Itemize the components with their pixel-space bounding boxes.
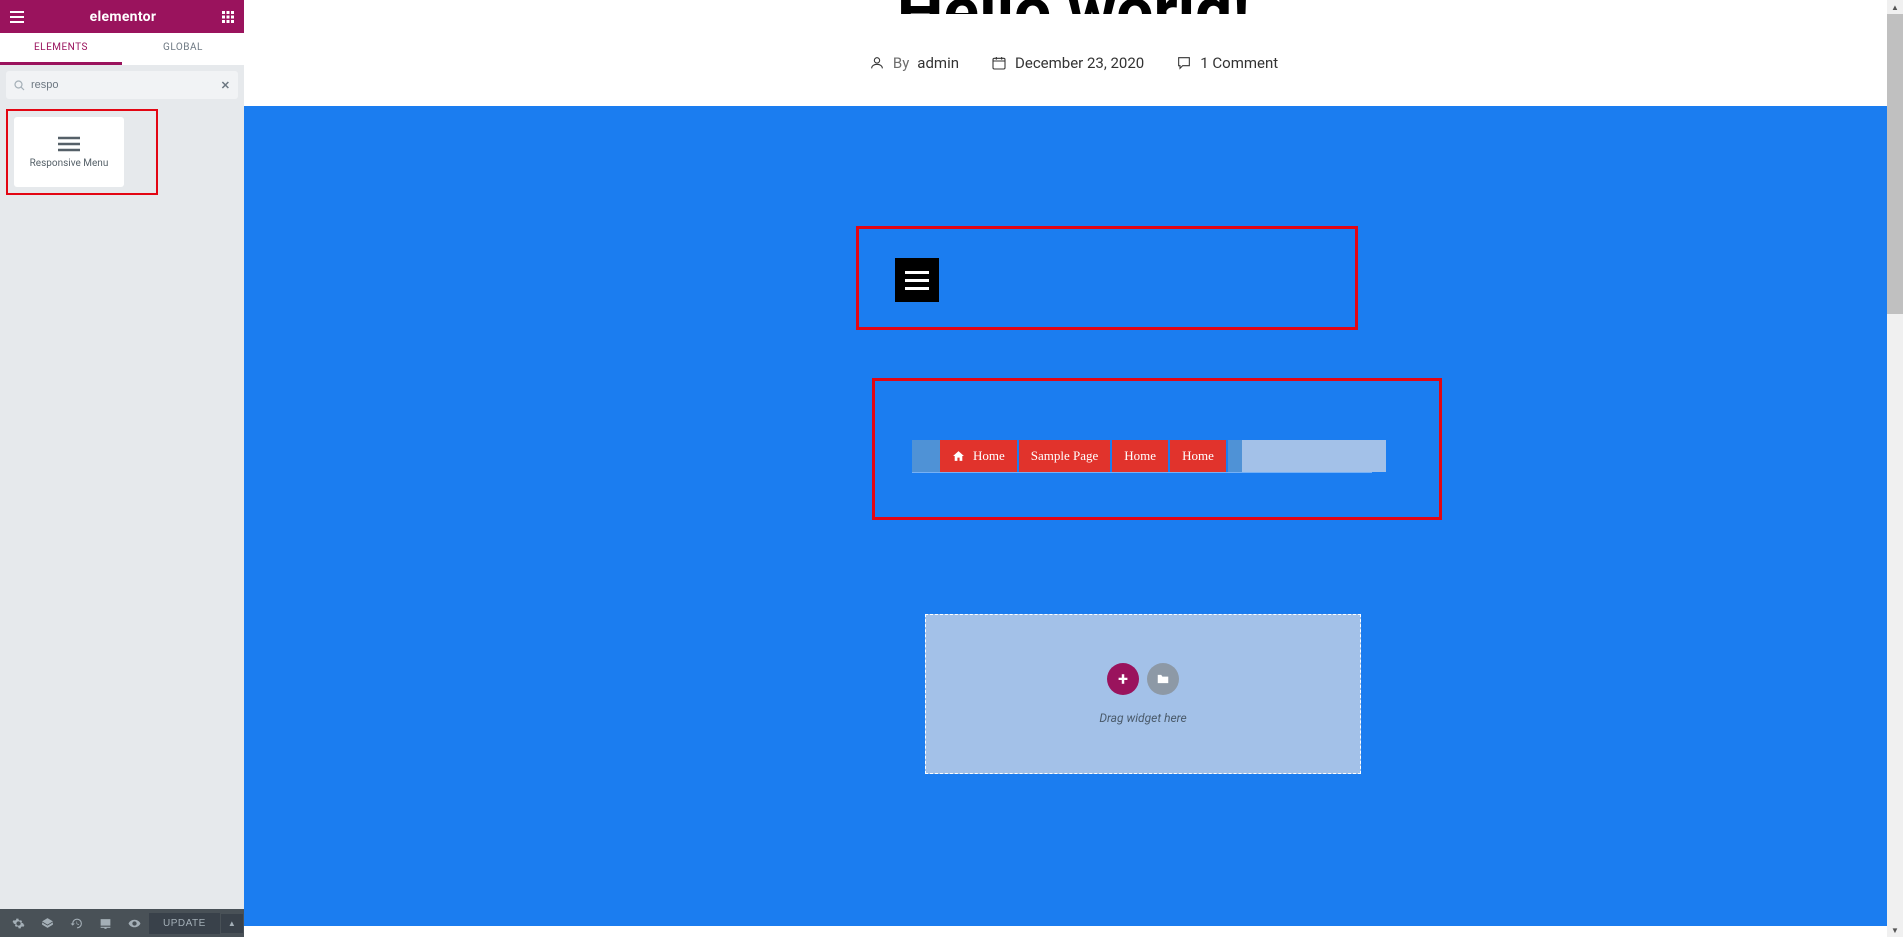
sidebar-logo: elementor xyxy=(90,9,157,25)
eye-icon xyxy=(128,917,141,930)
scroll-down-button[interactable]: ▼ xyxy=(1887,923,1903,937)
meta-date: December 23, 2020 xyxy=(991,54,1144,72)
post-title: Hello world! xyxy=(244,0,1903,14)
drop-zone-buttons: + xyxy=(1107,663,1179,695)
comment-icon xyxy=(1176,55,1192,71)
sidebar-header: elementor xyxy=(0,0,244,33)
scrollbar-thumb[interactable] xyxy=(1887,14,1903,314)
editor-sidebar: elementor ELEMENTS GLOBAL ✕ Responsive M… xyxy=(0,0,244,937)
folder-icon xyxy=(1156,673,1170,685)
grid-icon xyxy=(222,11,234,23)
sidebar-menu-button[interactable] xyxy=(10,11,24,23)
nav-spacer-right xyxy=(1242,440,1386,472)
hamburger-icon xyxy=(905,279,929,282)
preview-canvas: Hello world! By admin December 23, 2020 … xyxy=(244,0,1903,937)
vertical-scrollbar[interactable]: ▲ ▼ xyxy=(1887,0,1903,937)
update-options-button[interactable]: ▲ xyxy=(220,914,243,933)
gear-icon xyxy=(12,917,25,930)
scroll-up-button[interactable]: ▲ xyxy=(1887,0,1903,14)
home-icon xyxy=(952,450,965,462)
meta-comments-text[interactable]: 1 Comment xyxy=(1200,54,1278,72)
widget-drop-zone[interactable]: + Drag widget here xyxy=(925,614,1361,774)
drop-zone-text: Drag widget here xyxy=(1099,711,1186,725)
nav-spacer-left xyxy=(912,440,940,472)
meta-comments: 1 Comment xyxy=(1176,54,1278,72)
nav-item-home-3[interactable]: Home xyxy=(1170,440,1228,472)
meta-date-text[interactable]: December 23, 2020 xyxy=(1015,54,1144,72)
layers-icon xyxy=(41,917,54,930)
widget-highlight-box: Responsive Menu xyxy=(6,109,158,195)
nav-item-home-2[interactable]: Home xyxy=(1112,440,1170,472)
history-icon xyxy=(70,917,83,930)
nav-item-label: Home xyxy=(1124,448,1156,464)
user-icon xyxy=(869,55,885,71)
nav-item-sample-page[interactable]: Sample Page xyxy=(1019,440,1113,472)
meta-author: By admin xyxy=(869,54,959,72)
meta-author-name[interactable]: admin xyxy=(917,54,959,72)
menu-icon xyxy=(58,136,80,152)
desktop-icon xyxy=(99,917,112,930)
sidebar-apps-button[interactable] xyxy=(222,11,234,23)
add-template-button[interactable] xyxy=(1147,663,1179,695)
nav-item-label: Home xyxy=(1182,448,1214,464)
nav-item-home-1[interactable]: Home xyxy=(940,440,1019,472)
post-header: Hello world! By admin December 23, 2020 … xyxy=(244,0,1903,72)
widget-search: ✕ xyxy=(6,71,238,99)
widget-label: Responsive Menu xyxy=(30,158,109,169)
settings-button[interactable] xyxy=(4,917,33,930)
search-input[interactable] xyxy=(31,79,221,91)
hamburger-icon xyxy=(10,11,24,23)
calendar-icon xyxy=(991,55,1007,71)
plus-icon: + xyxy=(1118,669,1128,690)
sidebar-tabs: ELEMENTS GLOBAL xyxy=(0,33,244,65)
nav-spacer-mid xyxy=(1228,440,1242,472)
nav-item-label: Sample Page xyxy=(1031,448,1099,464)
hamburger-menu-button[interactable] xyxy=(895,258,939,302)
sidebar-footer: UPDATE ▲ xyxy=(0,909,244,937)
tab-elements[interactable]: ELEMENTS xyxy=(0,33,122,65)
post-meta: By admin December 23, 2020 1 Comment xyxy=(244,54,1903,72)
preview-button[interactable] xyxy=(120,917,149,930)
nav-underline xyxy=(912,472,1372,473)
widgets-panel: Responsive Menu xyxy=(0,103,244,909)
update-button[interactable]: UPDATE xyxy=(149,913,220,934)
blue-section: Home Sample Page Home Home + xyxy=(244,106,1887,926)
history-button[interactable] xyxy=(62,917,91,930)
clear-search-button[interactable]: ✕ xyxy=(221,79,230,92)
nav-item-label: Home xyxy=(973,448,1005,464)
search-icon xyxy=(14,80,25,91)
add-section-button[interactable]: + xyxy=(1107,663,1139,695)
navigator-button[interactable] xyxy=(33,917,62,930)
tab-global[interactable]: GLOBAL xyxy=(122,33,244,65)
widget-responsive-menu[interactable]: Responsive Menu xyxy=(14,117,124,187)
responsive-button[interactable] xyxy=(91,917,120,930)
meta-author-by: By xyxy=(893,54,909,72)
nav-menu: Home Sample Page Home Home xyxy=(912,440,1386,472)
